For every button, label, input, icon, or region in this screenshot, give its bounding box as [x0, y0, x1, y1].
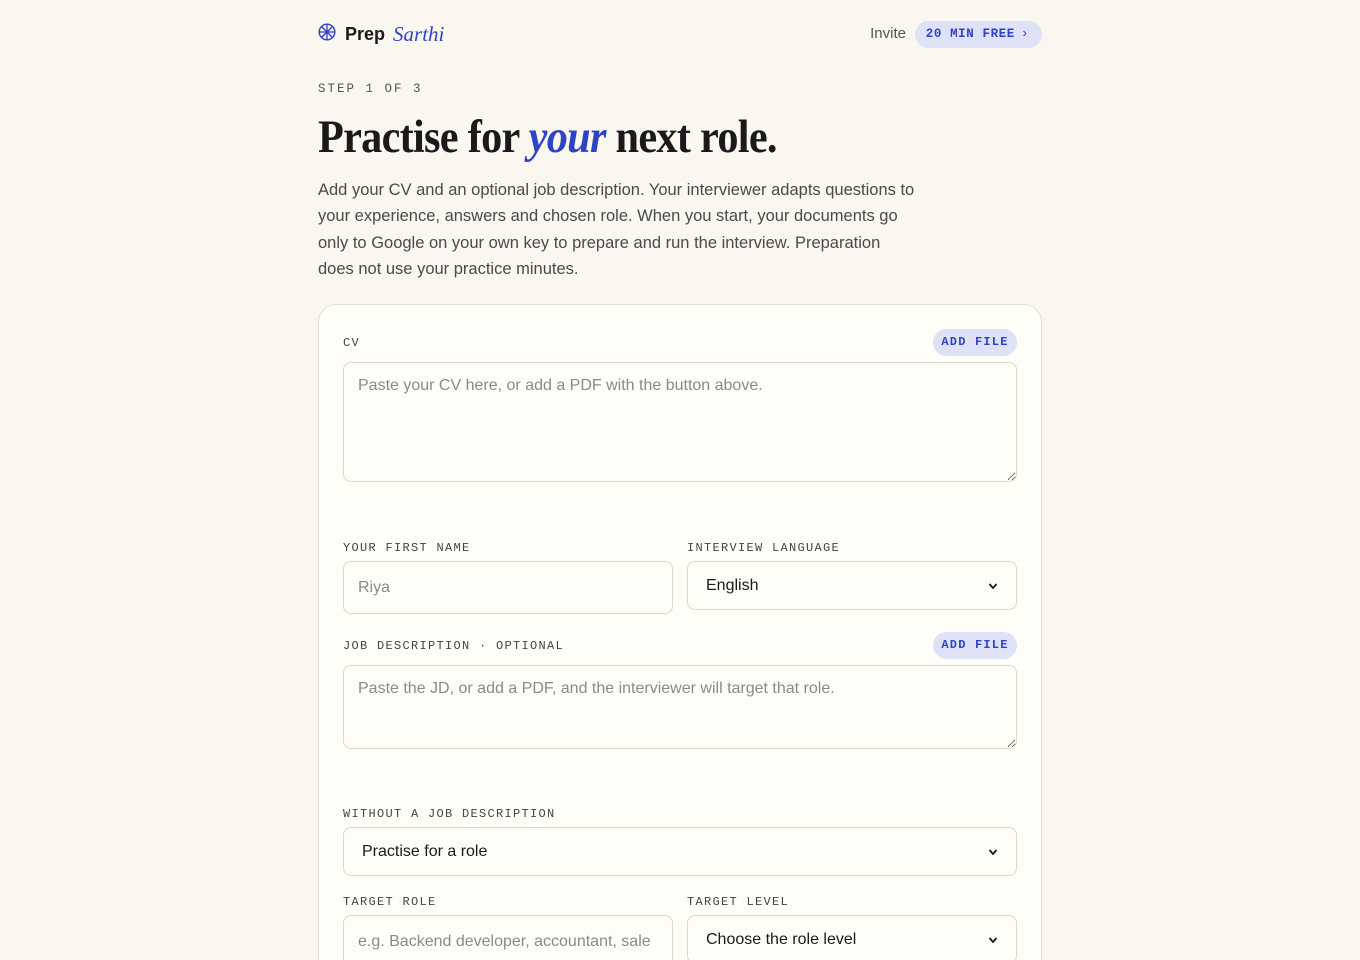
target-level-value: Choose the role level	[706, 930, 857, 948]
cv-add-file-button[interactable]: ADD FILE	[933, 329, 1017, 356]
job-description-textarea[interactable]	[343, 665, 1017, 749]
target-role-label: TARGET ROLE	[343, 895, 437, 909]
brand-name-sarthi: Sarthi	[393, 21, 445, 46]
invite-link[interactable]: Invite	[870, 20, 906, 48]
without-jd-select[interactable]: Practise for a role	[343, 827, 1017, 876]
cv-textarea[interactable]	[343, 362, 1017, 482]
job-description-label: JOB DESCRIPTION · OPTIONAL	[343, 639, 565, 653]
chevron-down-icon	[988, 847, 998, 857]
top-bar: Prep Sarthi Invite 20 MIN FREE ›	[318, 20, 1042, 48]
brand-logo[interactable]: Prep Sarthi	[318, 20, 444, 48]
title-part-after: next role.	[615, 111, 778, 163]
chevron-right-icon: ›	[1020, 27, 1029, 41]
title-accent: your	[528, 111, 607, 163]
intro-text: Add your CV and an optional job descript…	[318, 181, 915, 278]
step-indicator: STEP 1 OF 3	[318, 82, 423, 96]
brand-name-prep: Prep	[345, 23, 386, 44]
target-role-input[interactable]	[343, 915, 673, 960]
first-name-label: YOUR FIRST NAME	[343, 541, 471, 555]
cv-label: CV	[343, 336, 361, 350]
interview-language-value: English	[706, 576, 759, 594]
free-minutes-pill[interactable]: 20 MIN FREE ›	[914, 21, 1042, 48]
jd-add-file-button[interactable]: ADD FILE	[933, 632, 1017, 659]
free-minutes-label: 20 MIN FREE	[925, 27, 1015, 41]
without-jd-label: WITHOUT A JOB DESCRIPTION	[343, 807, 556, 821]
chevron-down-icon	[988, 935, 998, 945]
title-part-before: Practise for	[318, 111, 520, 163]
chevron-down-icon	[988, 581, 998, 591]
first-name-input[interactable]	[343, 561, 673, 614]
interview-language-label: INTERVIEW LANGUAGE	[687, 541, 841, 555]
page-title: Practise for your next role.	[318, 110, 777, 164]
without-jd-value: Practise for a role	[362, 842, 488, 860]
compass-wheel-icon	[318, 22, 336, 46]
setup-form-card: CV ADD FILE YOUR FIRST NAME INTERVIEW LA…	[318, 304, 1042, 960]
target-level-select[interactable]: Choose the role level	[687, 915, 1017, 960]
interview-language-select[interactable]: English	[687, 561, 1017, 610]
target-level-label: TARGET LEVEL	[687, 895, 790, 909]
